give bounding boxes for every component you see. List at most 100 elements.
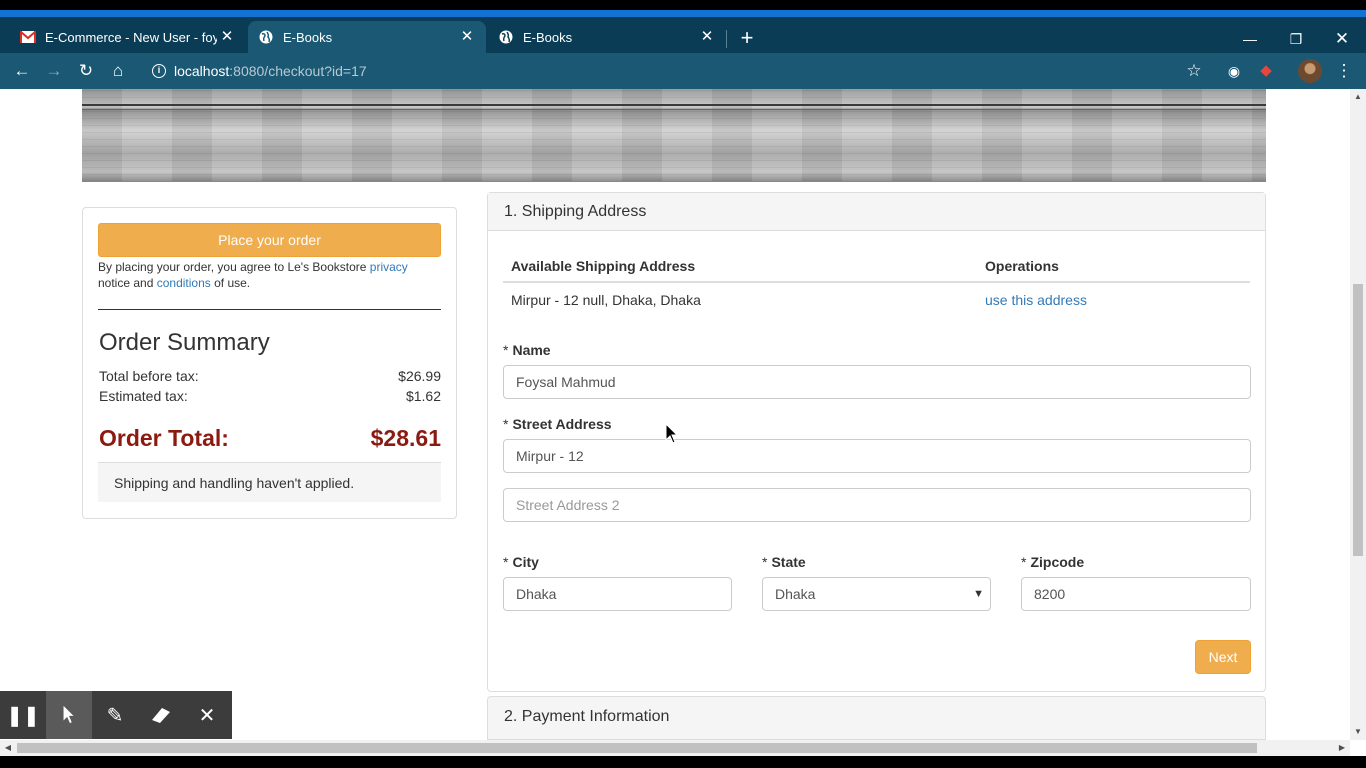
order-total-row: Order Total: $28.61 xyxy=(99,425,441,452)
address-bar[interactable]: i localhost:8080/checkout?id=17 xyxy=(142,57,1212,85)
agreement-suffix: of use. xyxy=(210,276,251,290)
shipping-note: Shipping and handling haven't applied. xyxy=(98,462,441,502)
url-path: :8080/checkout?id=17 xyxy=(229,63,367,79)
eraser-icon[interactable] xyxy=(138,691,184,739)
horizontal-scrollbar[interactable]: ◀ ▶ xyxy=(0,740,1350,756)
state-selected-value: Dhaka xyxy=(775,586,816,602)
place-order-button[interactable]: Place your order xyxy=(98,223,441,257)
required-mark: * xyxy=(1021,554,1027,570)
state-label: * State xyxy=(762,554,806,570)
tab-ebooks-active[interactable]: E-Books ✕ xyxy=(248,21,486,53)
street-label-text: Street Address xyxy=(512,416,612,432)
new-tab-icon[interactable]: + xyxy=(736,27,758,50)
extension-cast-icon[interactable]: ◆ xyxy=(1255,60,1277,82)
next-button[interactable]: Next xyxy=(1195,640,1251,674)
chevron-down-icon: ▼ xyxy=(973,588,984,600)
address-table: Available Shipping Address Operations Mi… xyxy=(503,249,1250,321)
street-address-label: * Street Address xyxy=(503,416,612,432)
scroll-down-icon[interactable]: ▼ xyxy=(1350,724,1366,740)
tax-row: Estimated tax: $1.62 xyxy=(99,388,441,404)
column-header-operations: Operations xyxy=(985,258,1059,274)
page-viewport: Place your order By placing your order, … xyxy=(0,89,1350,740)
subtotal-label: Total before tax: xyxy=(99,368,199,384)
conditions-link[interactable]: conditions xyxy=(157,276,211,290)
scroll-left-icon[interactable]: ◀ xyxy=(0,740,16,756)
zipcode-label: * Zipcode xyxy=(1021,554,1084,570)
table-row: Mirpur - 12 null, Dhaka, Dhaka use this … xyxy=(503,283,1250,321)
required-mark: * xyxy=(762,554,768,570)
horizontal-scroll-thumb[interactable] xyxy=(17,743,1257,753)
home-icon[interactable]: ⌂ xyxy=(107,60,129,82)
divider xyxy=(98,309,441,310)
column-header-address: Available Shipping Address xyxy=(511,258,696,274)
forward-icon[interactable]: → xyxy=(43,60,65,82)
vertical-scrollbar[interactable]: ▲ ▼ xyxy=(1350,89,1366,740)
restore-icon[interactable]: ❐ xyxy=(1284,27,1308,51)
name-label-text: Name xyxy=(512,342,551,358)
minimize-icon[interactable]: — xyxy=(1238,27,1262,51)
tab-title: E-Books xyxy=(283,29,333,45)
bookmark-star-icon[interactable]: ☆ xyxy=(1183,60,1205,82)
tab-separator xyxy=(726,30,727,48)
pen-icon[interactable]: ✎ xyxy=(92,691,138,739)
shipping-panel-heading[interactable]: 1. Shipping Address xyxy=(488,193,1265,231)
name-input[interactable]: Foysal Mahmud xyxy=(503,365,1251,399)
zipcode-input[interactable]: 8200 xyxy=(1021,577,1251,611)
payment-panel-heading[interactable]: 2. Payment Information xyxy=(487,696,1266,740)
use-this-address-link[interactable]: use this address xyxy=(985,292,1087,308)
close-tab-icon[interactable]: ✕ xyxy=(458,28,476,46)
close-tab-icon[interactable]: ✕ xyxy=(218,28,236,46)
tab-bar: E-Commerce - New User - foysal ✕ E-Books… xyxy=(0,17,1366,53)
order-summary-title: Order Summary xyxy=(99,329,270,356)
agreement-middle: notice and xyxy=(98,276,157,290)
privacy-link[interactable]: privacy xyxy=(370,260,408,274)
extension-icon[interactable]: ◉ xyxy=(1223,60,1245,82)
site-info-icon[interactable]: i xyxy=(152,64,166,78)
menu-kebab-icon[interactable]: ⋮ xyxy=(1333,60,1355,82)
name-label: * Name xyxy=(503,342,551,358)
close-recorder-icon[interactable]: ✕ xyxy=(184,691,230,739)
scroll-up-icon[interactable]: ▲ xyxy=(1350,89,1366,105)
state-select[interactable]: Dhaka ▼ xyxy=(762,577,991,611)
recorder-toolbar: ❚❚ ✎ ✕ xyxy=(0,691,232,739)
agreement-prefix: By placing your order, you agree to Le's… xyxy=(98,260,370,274)
street-address-2-input[interactable]: Street Address 2 xyxy=(503,488,1251,522)
city-input[interactable]: Dhaka xyxy=(503,577,732,611)
globe-icon xyxy=(258,29,274,45)
mouse-cursor-icon xyxy=(665,423,679,444)
city-label: * City xyxy=(503,554,539,570)
state-label-text: State xyxy=(771,554,806,570)
street-address-input[interactable]: Mirpur - 12 xyxy=(503,439,1251,473)
subtotal-value: $26.99 xyxy=(398,368,441,384)
reload-icon[interactable]: ↻ xyxy=(75,60,97,82)
wood-banner-image xyxy=(82,89,1266,182)
browser-toolbar: ← → ↻ ⌂ i localhost:8080/checkout?id=17 … xyxy=(0,53,1366,89)
back-icon[interactable]: ← xyxy=(11,60,33,82)
tab-title: E-Books xyxy=(523,29,573,45)
order-total-label: Order Total: xyxy=(99,425,229,451)
window-accent-strip xyxy=(0,10,1366,17)
pointer-icon[interactable] xyxy=(46,691,92,739)
tab-ebooks[interactable]: E-Books ✕ xyxy=(488,21,726,53)
tab-title: E-Commerce - New User - foysal xyxy=(45,29,217,45)
gmail-icon xyxy=(20,29,36,45)
address-cell: Mirpur - 12 null, Dhaka, Dhaka xyxy=(511,292,701,308)
scroll-right-icon[interactable]: ▶ xyxy=(1334,740,1350,756)
zipcode-label-text: Zipcode xyxy=(1030,554,1085,570)
city-label-text: City xyxy=(512,554,539,570)
browser-window: E-Commerce - New User - foysal ✕ E-Books… xyxy=(0,10,1366,756)
url-host: localhost xyxy=(174,63,230,79)
order-summary-card: Place your order By placing your order, … xyxy=(82,207,457,519)
close-tab-icon[interactable]: ✕ xyxy=(698,28,716,46)
tab-ecommerce[interactable]: E-Commerce - New User - foysal ✕ xyxy=(10,21,246,53)
address-table-header: Available Shipping Address Operations xyxy=(503,249,1250,283)
globe-icon xyxy=(498,29,514,45)
pause-icon[interactable]: ❚❚ xyxy=(0,691,46,739)
order-total-value: $28.61 xyxy=(370,425,441,451)
tax-value: $1.62 xyxy=(405,388,441,404)
profile-avatar[interactable] xyxy=(1298,59,1322,83)
close-window-icon[interactable]: ✕ xyxy=(1330,27,1354,51)
required-mark: * xyxy=(503,342,509,358)
vertical-scroll-thumb[interactable] xyxy=(1353,284,1363,556)
tax-label: Estimated tax: xyxy=(99,388,188,404)
